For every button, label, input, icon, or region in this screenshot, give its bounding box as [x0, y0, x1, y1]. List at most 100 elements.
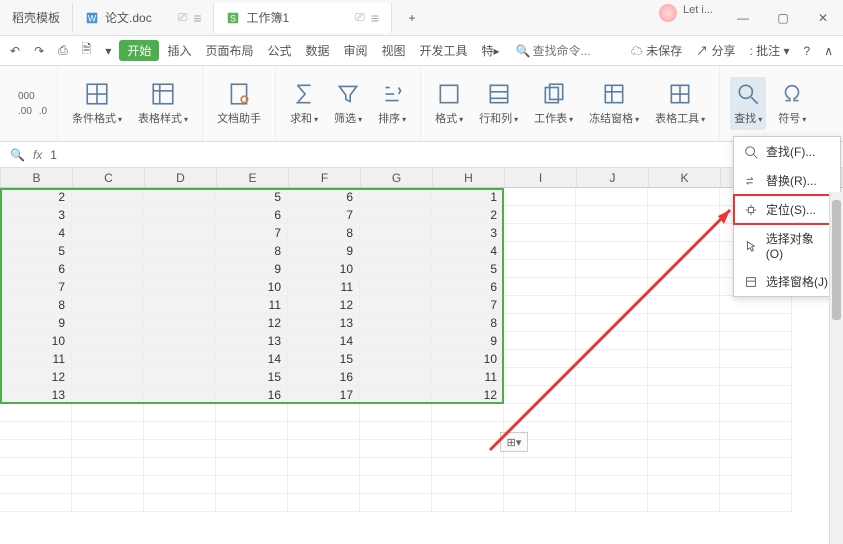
- cell[interactable]: 9: [288, 242, 360, 260]
- cell[interactable]: [576, 476, 648, 494]
- cell[interactable]: [720, 350, 792, 368]
- cell[interactable]: [720, 422, 792, 440]
- cell[interactable]: 10: [288, 260, 360, 278]
- cell[interactable]: [576, 458, 648, 476]
- cell[interactable]: [720, 494, 792, 512]
- cell[interactable]: 10: [432, 350, 504, 368]
- cell[interactable]: 3: [0, 206, 72, 224]
- table-row[interactable]: 710116: [0, 278, 843, 296]
- menu-devtools[interactable]: 开发工具: [414, 39, 474, 62]
- cell[interactable]: [504, 494, 576, 512]
- cell[interactable]: [360, 350, 432, 368]
- cell[interactable]: [0, 440, 72, 458]
- cell[interactable]: [576, 188, 648, 206]
- cell[interactable]: [720, 332, 792, 350]
- table-row[interactable]: [0, 404, 843, 422]
- cell[interactable]: 15: [288, 350, 360, 368]
- cell[interactable]: [144, 296, 216, 314]
- cell[interactable]: [72, 206, 144, 224]
- cell[interactable]: [0, 494, 72, 512]
- cell[interactable]: [360, 224, 432, 242]
- cell[interactable]: 8: [0, 296, 72, 314]
- grid-rows[interactable]: 2561367247835894691057101168111279121381…: [0, 188, 843, 512]
- cell[interactable]: [360, 404, 432, 422]
- cell[interactable]: [360, 368, 432, 386]
- cell[interactable]: [576, 386, 648, 404]
- cell[interactable]: [648, 242, 720, 260]
- cell[interactable]: 2: [432, 206, 504, 224]
- cell[interactable]: [504, 188, 576, 206]
- cell[interactable]: [72, 458, 144, 476]
- cell[interactable]: [72, 404, 144, 422]
- menu-start[interactable]: 开始: [119, 40, 159, 61]
- cell[interactable]: [576, 422, 648, 440]
- tab-doc[interactable]: W 论文.doc ⎚ ≡: [73, 3, 214, 33]
- cell[interactable]: [648, 332, 720, 350]
- cell[interactable]: 16: [288, 368, 360, 386]
- format-button[interactable]: 格式▾: [431, 77, 467, 130]
- cell[interactable]: 4: [432, 242, 504, 260]
- table-style-button[interactable]: 表格样式▾: [134, 77, 192, 130]
- cell[interactable]: [72, 350, 144, 368]
- cell[interactable]: 9: [432, 332, 504, 350]
- monitor-icon[interactable]: ⎚: [355, 10, 365, 25]
- cell[interactable]: 6: [216, 206, 288, 224]
- cell[interactable]: [360, 242, 432, 260]
- cell[interactable]: [648, 260, 720, 278]
- table-row[interactable]: [0, 440, 843, 458]
- cell[interactable]: [648, 476, 720, 494]
- menu-icon[interactable]: ≡: [371, 10, 379, 26]
- cell[interactable]: [0, 476, 72, 494]
- cell[interactable]: 10: [216, 278, 288, 296]
- cell[interactable]: [288, 476, 360, 494]
- cell[interactable]: [720, 296, 792, 314]
- cell[interactable]: 4: [0, 224, 72, 242]
- cell[interactable]: 2: [0, 188, 72, 206]
- table-row[interactable]: [0, 494, 843, 512]
- col-D[interactable]: D: [145, 168, 217, 187]
- cell[interactable]: [144, 278, 216, 296]
- cell[interactable]: 5: [216, 188, 288, 206]
- unsaved-button[interactable]: ☁ 未保存: [625, 39, 688, 62]
- cell[interactable]: 5: [0, 242, 72, 260]
- menu-find[interactable]: 查找(F)...: [734, 137, 840, 166]
- cell[interactable]: [720, 314, 792, 332]
- cell[interactable]: [648, 206, 720, 224]
- cell[interactable]: [720, 476, 792, 494]
- cell[interactable]: [720, 368, 792, 386]
- cond-format-button[interactable]: 条件格式▾: [68, 77, 126, 130]
- col-E[interactable]: E: [217, 168, 289, 187]
- close-button[interactable]: ✕: [803, 4, 843, 32]
- cell[interactable]: [648, 350, 720, 368]
- cell[interactable]: 15: [216, 368, 288, 386]
- filter-button[interactable]: 筛选▾: [330, 77, 366, 130]
- cell[interactable]: [144, 386, 216, 404]
- cell[interactable]: [144, 350, 216, 368]
- menu-select-obj[interactable]: 选择对象(O): [734, 224, 840, 267]
- table-row[interactable]: [0, 458, 843, 476]
- menu-insert[interactable]: 插入: [161, 39, 197, 62]
- table-row[interactable]: 4783: [0, 224, 843, 242]
- col-B[interactable]: B: [1, 168, 73, 187]
- sort-button[interactable]: 排序▾: [374, 77, 410, 130]
- cell[interactable]: [360, 314, 432, 332]
- table-row[interactable]: 12151611: [0, 368, 843, 386]
- cell[interactable]: 13: [288, 314, 360, 332]
- cell[interactable]: [144, 422, 216, 440]
- ribbon-toggle[interactable]: ∧: [818, 41, 839, 61]
- new-tab-button[interactable]: +: [392, 3, 432, 33]
- cell[interactable]: [432, 476, 504, 494]
- cell[interactable]: [576, 296, 648, 314]
- approve-button[interactable]: : 批注 ▾: [743, 39, 795, 62]
- cell[interactable]: [648, 368, 720, 386]
- sheet-button[interactable]: 工作表▾: [530, 77, 577, 130]
- cell[interactable]: [288, 458, 360, 476]
- cell[interactable]: [648, 278, 720, 296]
- cell[interactable]: [144, 332, 216, 350]
- cell[interactable]: [288, 494, 360, 512]
- col-C[interactable]: C: [73, 168, 145, 187]
- tools-button[interactable]: 表格工具▾: [651, 77, 709, 130]
- cell[interactable]: [648, 440, 720, 458]
- cell[interactable]: [72, 332, 144, 350]
- table-row[interactable]: 11141510: [0, 350, 843, 368]
